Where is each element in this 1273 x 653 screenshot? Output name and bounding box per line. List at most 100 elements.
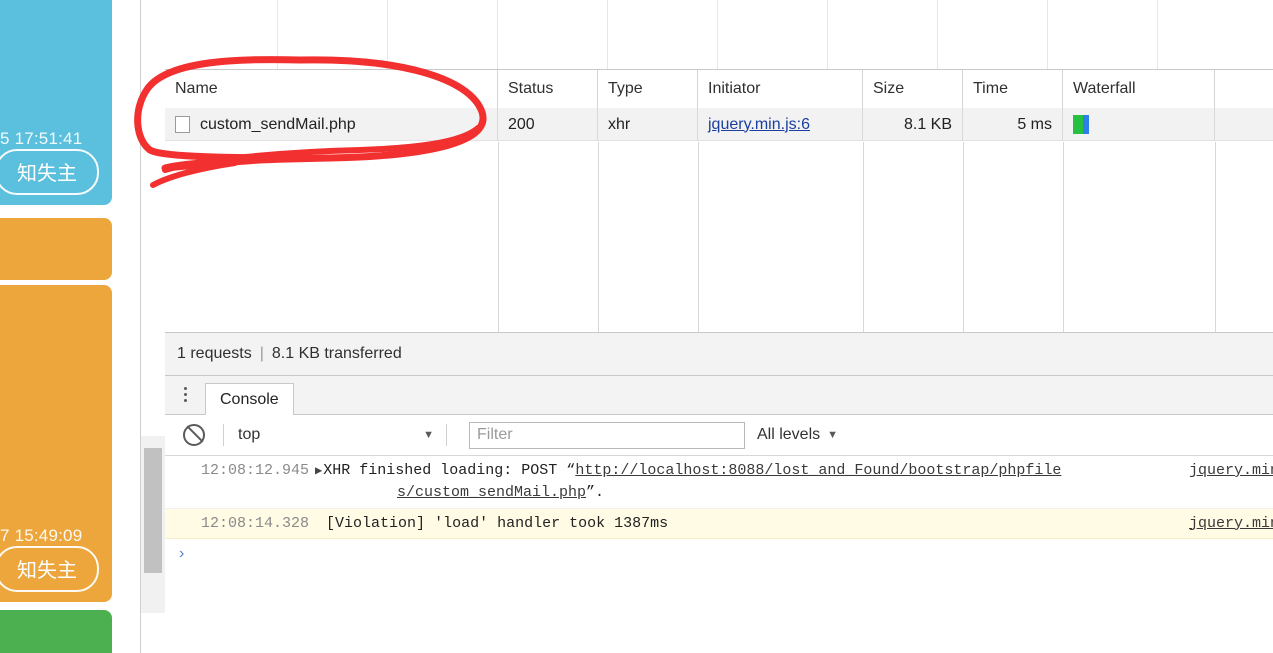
overview-gridline [387, 0, 388, 69]
column-header-label: Name [175, 80, 218, 97]
column-header-label: Type [608, 80, 643, 97]
waterfall-bar-tail [1083, 115, 1089, 134]
cell-initiator[interactable]: jquery.min.js:6 [698, 108, 863, 141]
message-url-continued: s/custom_sendMail.php”. [201, 482, 1265, 504]
cell-name[interactable]: custom_sendMail.php [165, 108, 498, 141]
more-vertical-icon[interactable] [165, 375, 205, 414]
console-message-warning[interactable]: 12:08:14.328 [Violation] 'load' handler … [165, 508, 1273, 540]
message-text: [Violation] 'load' handler took 1387ms [326, 514, 669, 532]
execution-context-value: top [238, 426, 261, 443]
drawer-tab-bar: Console [165, 376, 1273, 415]
network-table-empty-area [165, 142, 1273, 332]
column-header-label: Size [873, 80, 905, 97]
column-header-label: Status [508, 80, 554, 97]
network-overview-timeline[interactable] [165, 0, 1273, 70]
request-checkbox[interactable] [175, 116, 190, 133]
expand-arrow-icon[interactable]: ▶ [315, 464, 322, 478]
cell-overflow [1215, 108, 1273, 141]
column-divider [1063, 142, 1064, 332]
console-toolbar: top ▼ All levels ▼ [165, 415, 1273, 456]
column-header-status[interactable]: Status [498, 70, 598, 108]
tab-console-label: Console [220, 390, 279, 408]
overview-gridline [937, 0, 938, 69]
console-message-info[interactable]: 12:08:12.945 ▶XHR finished loading: POST … [165, 456, 1273, 509]
requests-count: 1 requests [177, 345, 252, 362]
overview-gridline [1047, 0, 1048, 69]
console-scrollbar[interactable] [141, 436, 165, 613]
overview-gridline [827, 0, 828, 69]
transferred-size: 8.1 KB transferred [271, 345, 402, 362]
column-header-initiator[interactable]: Initiator [698, 70, 863, 108]
cell-status: 200 [498, 108, 598, 141]
waterfall-bar [1073, 115, 1089, 134]
console-scrollbar-thumb[interactable] [144, 448, 162, 573]
column-header-size[interactable]: Size [863, 70, 963, 108]
overview-gridline [1157, 0, 1158, 69]
type-value: xhr [608, 115, 631, 133]
column-header-overflow [1215, 70, 1273, 108]
cell-size: 8.1 KB [863, 108, 963, 141]
execution-context-select[interactable]: top ▼ [230, 422, 440, 448]
card-notify-button[interactable]: 知失主 [0, 546, 99, 592]
clear-console-icon[interactable] [183, 424, 205, 446]
column-divider [698, 142, 699, 332]
column-divider [863, 142, 864, 332]
card-notify-button[interactable]: 知失主 [0, 149, 99, 195]
column-header-type[interactable]: Type [598, 70, 698, 108]
chevron-down-icon: ▼ [423, 429, 434, 441]
initiator-link[interactable]: jquery.min.js:6 [708, 116, 810, 134]
message-source-link[interactable]: jquery.min [1189, 513, 1273, 535]
column-divider [1215, 142, 1216, 332]
card-timestamp: 5 17:51:41 [0, 129, 83, 148]
result-card-green[interactable] [0, 610, 112, 653]
status-value: 200 [508, 115, 535, 133]
screenshot-root: 5 17:51:41 知失主 7 15:49:09 知失主 Name Statu… [0, 0, 1273, 653]
network-requests-table: Name Status Type Initiator Size Time Wat… [165, 70, 1273, 332]
summary-separator: | [259, 345, 264, 362]
time-value: 5 ms [1017, 115, 1052, 133]
table-row[interactable]: custom_sendMail.php 200 xhr jquery.min.j… [165, 108, 1273, 141]
message-source-link[interactable]: jquery.min [1189, 460, 1273, 482]
message-text-tail: ”. [586, 483, 605, 501]
cell-type: xhr [598, 108, 698, 141]
result-card-orange-partial[interactable] [0, 218, 112, 280]
result-card-blue[interactable]: 5 17:51:41 知失主 [0, 0, 112, 205]
toolbar-divider [223, 424, 224, 446]
result-card-orange[interactable]: 7 15:49:09 知失主 [0, 285, 112, 602]
column-divider [598, 142, 599, 332]
column-header-label: Time [973, 80, 1008, 97]
console-filter-input[interactable] [469, 421, 745, 449]
card-timestamp: 7 15:49:09 [0, 526, 83, 545]
overview-gridline [497, 0, 498, 69]
cell-time: 5 ms [963, 108, 1063, 141]
prompt-chevron-icon: › [179, 545, 185, 563]
overview-gridline [717, 0, 718, 69]
overview-gridline [607, 0, 608, 69]
message-timestamp: 12:08:12.945 [201, 462, 310, 479]
message-url-tail[interactable]: s/custom_sendMail.php [397, 484, 586, 501]
console-prompt[interactable]: › [165, 539, 1273, 569]
column-divider [963, 142, 964, 332]
message-text: XHR finished loading: POST “ [323, 462, 576, 479]
overview-gridline [277, 0, 278, 69]
toolbar-divider [446, 424, 447, 446]
network-table-header: Name Status Type Initiator Size Time Wat… [165, 70, 1273, 108]
column-header-name[interactable]: Name [165, 70, 498, 108]
message-url[interactable]: http://localhost:8088/lost_and_Found/boo… [575, 462, 1061, 479]
tab-console[interactable]: Console [205, 383, 294, 415]
size-value: 8.1 KB [903, 115, 952, 133]
console-message-list: 12:08:12.945 ▶XHR finished loading: POST … [165, 456, 1273, 653]
message-timestamp: 12:08:14.328 [201, 514, 310, 532]
cell-waterfall [1063, 108, 1215, 141]
log-levels-select[interactable]: All levels ▼ [757, 426, 838, 444]
column-divider [498, 142, 499, 332]
underlying-web-page: 5 17:51:41 知失主 7 15:49:09 知失主 [0, 0, 140, 653]
chevron-down-icon: ▼ [827, 429, 839, 441]
column-header-time[interactable]: Time [963, 70, 1063, 108]
column-header-label: Initiator [708, 80, 761, 97]
request-name: custom_sendMail.php [200, 115, 356, 133]
log-levels-label: All levels [757, 426, 821, 443]
network-summary-bar: 1 requests | 8.1 KB transferred [165, 332, 1273, 376]
column-header-waterfall[interactable]: Waterfall [1063, 70, 1215, 108]
column-header-label: Waterfall [1073, 80, 1136, 97]
